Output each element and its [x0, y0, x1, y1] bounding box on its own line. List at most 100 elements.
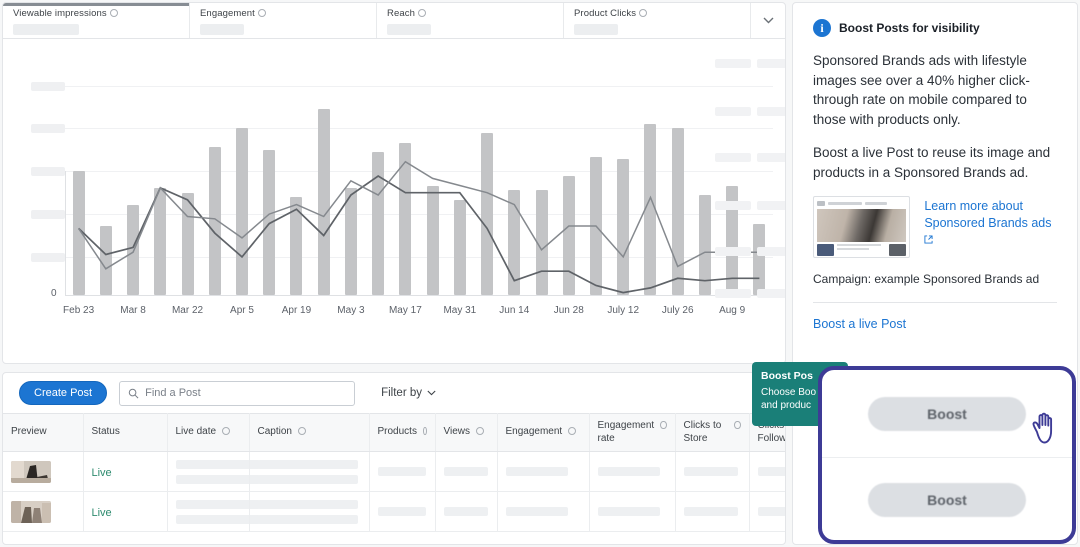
- chart-legend-skeleton: [715, 107, 751, 116]
- learn-more-line-1: Learn more about: [924, 199, 1023, 214]
- cell-live-date: [167, 451, 260, 492]
- posts-table-toolbar: Create Post Find a Post Filter by: [3, 373, 785, 413]
- metric-tab-label: Product Clicks: [574, 8, 740, 19]
- chart-legend-skeleton: [757, 289, 785, 298]
- post-thumbnail: [11, 460, 51, 483]
- table-row[interactable]: Live: [3, 451, 785, 492]
- column-header-live-date[interactable]: Live date: [167, 413, 250, 452]
- column-label: Views: [443, 426, 471, 438]
- cell-caption: [249, 491, 370, 532]
- info-icon[interactable]: [257, 9, 266, 17]
- column-header-views[interactable]: Views: [435, 413, 498, 452]
- cell-clicks-to-follow: [749, 491, 785, 532]
- column-header-preview[interactable]: Preview: [3, 413, 84, 452]
- column-label: Products: [377, 426, 417, 438]
- filter-by-dropdown[interactable]: Filter by: [381, 387, 436, 399]
- x-axis-tick-label: Feb 23: [63, 305, 95, 316]
- side-panel-title: Boost Posts for visibility: [839, 21, 980, 35]
- table-row[interactable]: Live: [3, 491, 785, 532]
- x-axis-tick-label: Apr 5: [230, 305, 254, 316]
- column-label: Preview: [11, 426, 47, 438]
- x-axis-tick-label: May 17: [388, 305, 422, 316]
- side-panel-paragraph-1: Sponsored Brands ads with lifestyle imag…: [813, 53, 1030, 127]
- panel-divider: [813, 302, 1057, 304]
- info-icon[interactable]: [297, 427, 306, 436]
- info-icon[interactable]: [422, 427, 427, 436]
- metric-tab-engagement[interactable]: Engagement: [190, 3, 377, 38]
- cell-caption: [249, 451, 370, 492]
- boost-a-live-post-link[interactable]: Boost a live Post: [813, 317, 1057, 331]
- info-circle-icon: i: [813, 19, 831, 37]
- info-icon[interactable]: [476, 427, 484, 436]
- side-panel-header: i Boost Posts for visibility: [813, 19, 1057, 37]
- x-axis-tick-label: May 3: [337, 305, 365, 316]
- metric-tab-label: Viewable impressions: [13, 8, 179, 19]
- x-axis-tick-label: Mar 8: [120, 305, 146, 316]
- column-label: Clicks to Store: [683, 420, 722, 444]
- column-label: Live date: [175, 426, 217, 438]
- metric-value-skeleton: [200, 24, 244, 35]
- chart-legend-skeleton: [757, 153, 785, 162]
- chevron-down-icon: [427, 390, 436, 396]
- info-icon[interactable]: [734, 421, 741, 429]
- cell-engagement: [497, 451, 590, 492]
- cell-status: Live: [83, 491, 168, 532]
- cell-clicks-to-store: [675, 451, 750, 492]
- posts-table: Preview Status Live date Caption Product…: [3, 413, 785, 532]
- cell-preview[interactable]: [3, 451, 84, 492]
- chart-legend-skeleton: [715, 247, 751, 256]
- cell-engagement: [497, 491, 590, 532]
- cell-clicks-to-store: [675, 491, 750, 532]
- cell-clicks-to-follow: [749, 451, 785, 492]
- cell-products: [369, 491, 436, 532]
- column-label: Engagement rate: [597, 420, 655, 444]
- status-badge: Live: [91, 506, 112, 519]
- column-header-engagement[interactable]: Engagement: [497, 413, 590, 452]
- info-icon[interactable]: [417, 9, 426, 17]
- info-icon[interactable]: [639, 9, 648, 17]
- x-axis-tick-label: Jun 28: [553, 305, 584, 316]
- column-header-clicks-to-store[interactable]: Clicks to Store: [675, 413, 750, 452]
- boost-buttons-highlight-region: Boost Boost: [818, 366, 1076, 544]
- search-icon: [128, 388, 139, 398]
- x-axis-tick-label: Jun 14: [499, 305, 530, 316]
- boost-button[interactable]: Boost: [868, 482, 1026, 517]
- metric-tab-product-clicks[interactable]: Product Clicks: [564, 3, 751, 38]
- column-header-status[interactable]: Status: [83, 413, 168, 452]
- post-thumbnail: [11, 500, 51, 523]
- learn-more-line-2: Sponsored Brands ads: [924, 216, 1052, 231]
- learn-more-sponsored-brands-link[interactable]: Learn more about Sponsored Brands ads: [924, 196, 1057, 258]
- chevron-down-icon[interactable]: [751, 3, 785, 38]
- info-icon[interactable]: [222, 427, 231, 436]
- x-axis-tick-label: Aug 9: [719, 305, 746, 316]
- create-post-button[interactable]: Create Post: [19, 381, 108, 405]
- search-input-wrapper[interactable]: Find a Post: [119, 380, 356, 406]
- posts-table-card: Create Post Find a Post Filter by Previe…: [2, 372, 786, 545]
- x-axis-tick-label: May 31: [443, 305, 477, 316]
- x-axis-tick-label: July 26: [661, 305, 694, 316]
- ad-preview-products: [817, 244, 907, 257]
- status-badge: Live: [91, 466, 112, 479]
- search-input[interactable]: Find a Post: [145, 387, 201, 399]
- column-header-products[interactable]: Products: [369, 413, 436, 452]
- column-label: Caption: [257, 426, 292, 438]
- filter-by-label: Filter by: [381, 387, 422, 399]
- metrics-chart: 0 Feb 23 Mar 8 Mar 22 Apr 5 Apr 19 May 3 May 17…: [3, 39, 785, 363]
- highlight-row-2: Boost: [822, 459, 1072, 540]
- info-icon[interactable]: [109, 9, 118, 17]
- x-axis-tick-label: Apr 19: [281, 305, 312, 316]
- cell-views: [435, 491, 498, 532]
- left-column: Viewable impressions Engagement Reach Pr…: [0, 0, 790, 547]
- metric-tab-label: Engagement: [200, 8, 366, 19]
- column-header-caption[interactable]: Caption: [249, 413, 370, 452]
- metric-value-skeleton: [13, 24, 79, 35]
- info-icon[interactable]: [660, 421, 667, 429]
- column-header-engagement-rate[interactable]: Engagement rate: [589, 413, 676, 452]
- metric-tab-reach[interactable]: Reach: [377, 3, 564, 38]
- table-header-row: Preview Status Live date Caption Product…: [3, 413, 785, 452]
- metric-tab-viewable-impressions[interactable]: Viewable impressions: [3, 3, 190, 38]
- column-label: Engagement: [505, 426, 563, 438]
- cell-preview[interactable]: [3, 491, 84, 532]
- info-icon[interactable]: [568, 427, 577, 436]
- boost-button[interactable]: Boost: [868, 396, 1026, 431]
